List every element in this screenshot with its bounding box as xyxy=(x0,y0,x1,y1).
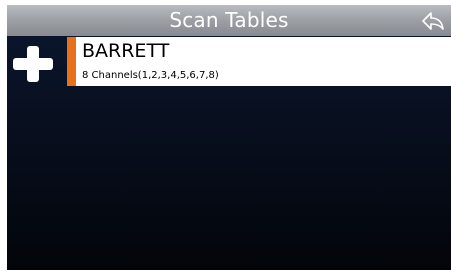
page-title: Scan Tables xyxy=(169,8,289,32)
scan-table-row[interactable]: BARRETT 8 Channels(1,2,3,4,5,6,7,8) xyxy=(67,37,451,86)
title-bar: Scan Tables xyxy=(7,5,451,36)
add-scan-table-button[interactable] xyxy=(7,41,59,87)
scan-tables-screen: Scan Tables BARRETT 8 Channels(1,2,3,4,5… xyxy=(7,5,451,270)
scan-table-name: BARRETT xyxy=(82,40,170,62)
back-arrow-icon xyxy=(422,12,444,30)
scan-table-channels: 8 Channels(1,2,3,4,5,6,7,8) xyxy=(82,70,219,81)
back-button[interactable] xyxy=(421,9,445,33)
plus-icon xyxy=(13,46,53,82)
row-accent-bar xyxy=(67,37,76,86)
